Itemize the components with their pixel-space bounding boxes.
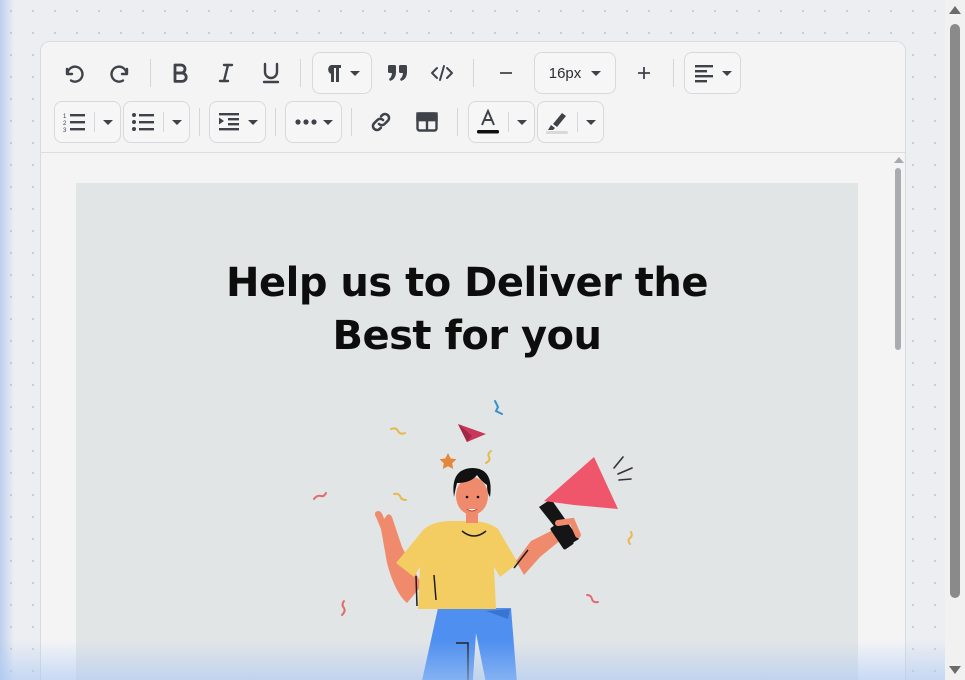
more-options-dropdown[interactable] bbox=[285, 101, 342, 143]
decrease-font-size-button[interactable] bbox=[489, 56, 523, 90]
code-icon bbox=[431, 65, 453, 81]
text-color-dropdown[interactable] bbox=[468, 101, 535, 143]
toolbar-separator bbox=[199, 108, 200, 136]
text-color-icon bbox=[477, 109, 499, 134]
undo-button[interactable] bbox=[57, 56, 91, 90]
font-size-value: 16px bbox=[548, 64, 582, 82]
minus-icon bbox=[500, 72, 512, 74]
email-canvas[interactable]: Help us to Deliver the Best for you bbox=[76, 183, 858, 680]
chevron-down-icon bbox=[103, 119, 113, 125]
italic-icon bbox=[218, 63, 234, 83]
rich-text-editor: 16px 1 2 3 Help us to Deliver the Best f… bbox=[40, 41, 906, 680]
page-scrollbar-thumb[interactable] bbox=[950, 24, 960, 598]
svg-text:3: 3 bbox=[63, 128, 67, 133]
redo-button[interactable] bbox=[103, 56, 137, 90]
paper-plane-icon bbox=[458, 424, 486, 442]
link-icon bbox=[371, 112, 391, 132]
chevron-down-icon bbox=[591, 70, 602, 76]
scroll-up-arrow-icon[interactable] bbox=[949, 6, 961, 14]
highlight-icon bbox=[546, 113, 568, 134]
chevron-down-icon bbox=[586, 119, 596, 125]
highlight-color-dropdown[interactable] bbox=[537, 101, 604, 143]
ordered-list-dropdown[interactable]: 1 2 3 bbox=[54, 101, 121, 143]
content-scrollbar-thumb[interactable] bbox=[895, 168, 901, 350]
split-separator bbox=[577, 112, 578, 132]
svg-text:1: 1 bbox=[63, 114, 67, 120]
split-separator bbox=[508, 112, 509, 132]
paragraph-icon bbox=[328, 65, 341, 82]
page-scrollbar[interactable] bbox=[945, 0, 965, 680]
chevron-down-icon bbox=[172, 119, 182, 125]
insert-table-button[interactable] bbox=[410, 105, 444, 139]
star-icon bbox=[439, 453, 457, 469]
toolbar-separator bbox=[275, 108, 276, 136]
more-icon bbox=[294, 119, 317, 125]
svg-text:2: 2 bbox=[63, 121, 67, 127]
italic-button[interactable] bbox=[209, 56, 243, 90]
underline-icon bbox=[262, 62, 280, 84]
bold-button[interactable] bbox=[163, 56, 197, 90]
redo-icon bbox=[110, 65, 129, 83]
split-separator bbox=[94, 112, 95, 132]
megaphone-woman-illustration bbox=[313, 400, 633, 680]
chevron-down-icon bbox=[517, 119, 527, 125]
table-icon bbox=[416, 112, 438, 132]
plus-icon bbox=[638, 67, 650, 79]
increase-font-size-button[interactable] bbox=[627, 56, 661, 90]
insert-link-button[interactable] bbox=[364, 105, 398, 139]
editor-content-area[interactable]: Help us to Deliver the Best for you bbox=[41, 154, 905, 680]
align-left-icon bbox=[694, 65, 713, 83]
toolbar-separator bbox=[473, 59, 474, 87]
chevron-down-icon bbox=[322, 119, 333, 125]
indent-icon bbox=[218, 113, 239, 131]
sound-waves-icon bbox=[613, 456, 633, 481]
undo-icon bbox=[65, 65, 84, 83]
underline-button[interactable] bbox=[254, 56, 288, 90]
toolbar-separator bbox=[673, 59, 674, 87]
bullet-list-dropdown[interactable] bbox=[123, 101, 190, 143]
code-button[interactable] bbox=[425, 56, 459, 90]
font-size-dropdown[interactable]: 16px bbox=[534, 52, 616, 94]
content-scrollbar[interactable] bbox=[891, 154, 905, 680]
toolbar-separator bbox=[457, 108, 458, 136]
indent-dropdown[interactable] bbox=[209, 101, 266, 143]
bold-icon bbox=[173, 63, 188, 83]
bullet-list-icon bbox=[132, 113, 154, 131]
blockquote-button[interactable] bbox=[381, 56, 415, 90]
scroll-down-arrow-icon[interactable] bbox=[949, 666, 961, 674]
toolbar-separator bbox=[351, 108, 352, 136]
chevron-down-icon bbox=[247, 119, 258, 125]
scroll-up-arrow-icon[interactable] bbox=[894, 157, 904, 163]
ordered-list-icon: 1 2 3 bbox=[63, 114, 85, 133]
toolbar-separator bbox=[300, 59, 301, 87]
chevron-down-icon bbox=[350, 70, 360, 76]
blockquote-icon bbox=[388, 65, 407, 81]
editor-toolbar: 16px 1 2 3 bbox=[41, 42, 905, 153]
toolbar-separator bbox=[150, 59, 151, 87]
align-dropdown[interactable] bbox=[684, 52, 741, 94]
chevron-down-icon bbox=[721, 70, 732, 76]
paragraph-format-dropdown[interactable] bbox=[312, 52, 372, 94]
split-separator bbox=[163, 112, 164, 132]
